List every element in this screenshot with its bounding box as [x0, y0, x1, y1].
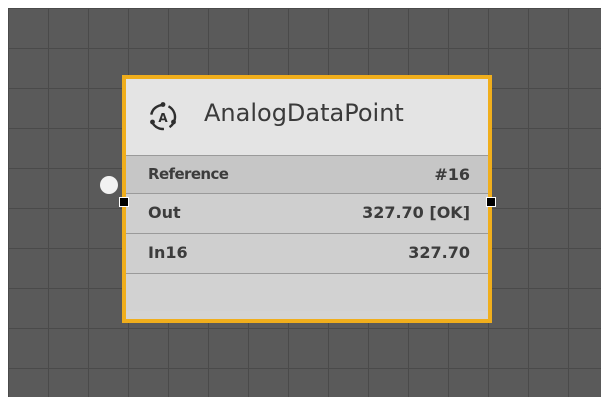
- slot-label: Out: [148, 203, 181, 222]
- link-indicator-dot[interactable]: [100, 176, 118, 194]
- slot-label: In16: [148, 243, 188, 262]
- slot-row-in16[interactable]: In16 327.70: [126, 234, 488, 274]
- input-port-handle[interactable]: [119, 197, 129, 207]
- slot-label: Reference: [148, 165, 229, 183]
- slot-row-out[interactable]: Out 327.70 [OK]: [126, 194, 488, 234]
- slot-value: #16: [434, 165, 470, 184]
- node-title: AnalogDataPoint: [204, 99, 404, 127]
- node-header[interactable]: A AnalogDataPoint: [126, 79, 488, 156]
- slot-value: 327.70: [408, 243, 470, 262]
- slot-row-reference[interactable]: Reference #16: [126, 156, 488, 194]
- slot-value: 327.70 [OK]: [362, 203, 470, 222]
- analog-data-point-node[interactable]: A AnalogDataPoint Reference #16 Out 327.…: [122, 75, 492, 323]
- wiresheet-canvas[interactable]: A AnalogDataPoint Reference #16 Out 327.…: [8, 8, 601, 397]
- output-port-handle[interactable]: [486, 197, 496, 207]
- analog-cycle-a-icon: A: [149, 102, 177, 131]
- icon-letter: A: [158, 111, 168, 125]
- node-footer: [126, 274, 488, 311]
